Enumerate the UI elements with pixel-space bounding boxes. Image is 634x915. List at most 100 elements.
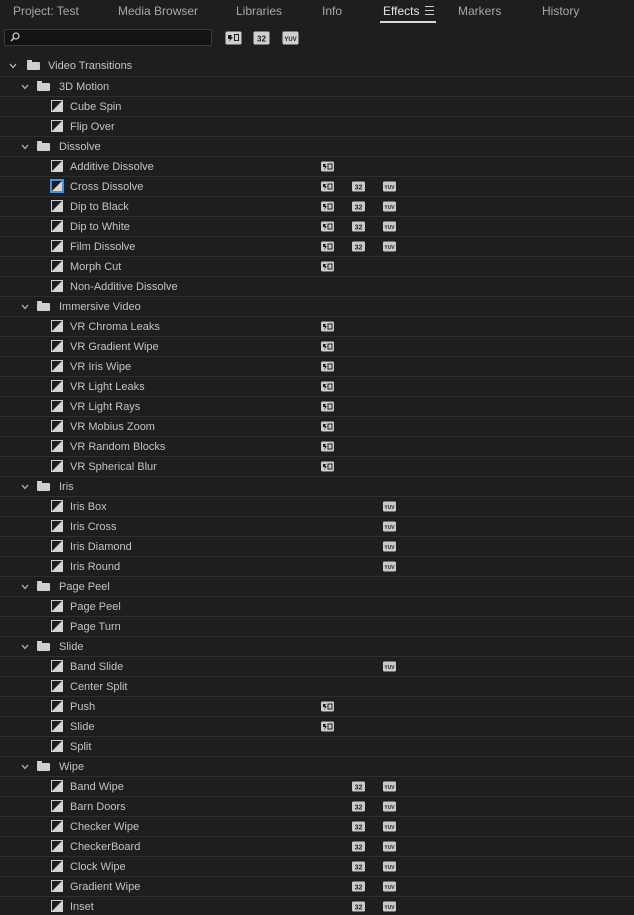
effect-row[interactable]: Dip to White 32 YUV xyxy=(0,216,634,236)
chevron-down-icon[interactable] xyxy=(9,62,17,70)
tab-effects[interactable]: Effects xyxy=(383,4,419,18)
folder-row[interactable]: Iris xyxy=(0,476,634,496)
effect-row[interactable]: Slide xyxy=(0,716,634,736)
effect-row[interactable]: Inset 32 YUV xyxy=(0,896,634,915)
effect-row[interactable]: VR Iris Wipe xyxy=(0,356,634,376)
transition-effect-icon xyxy=(51,420,63,432)
chevron-down-icon[interactable] xyxy=(21,483,29,491)
effect-row[interactable]: Barn Doors 32 YUV xyxy=(0,796,634,816)
yuv-filter-button[interactable]: YUV xyxy=(282,30,299,45)
yuv-badge-icon: YUV xyxy=(383,781,396,792)
accelerated-badge-icon xyxy=(321,701,334,712)
effect-label: VR Gradient Wipe xyxy=(70,341,159,353)
folder-row[interactable]: Immersive Video xyxy=(0,296,634,316)
effect-row[interactable]: Iris Round YUV xyxy=(0,556,634,576)
folder-row[interactable]: Slide xyxy=(0,636,634,656)
transition-effect-icon xyxy=(51,220,63,232)
chevron-down-icon[interactable] xyxy=(21,583,29,591)
folder-icon xyxy=(37,641,50,651)
effect-row[interactable]: VR Spherical Blur xyxy=(0,456,634,476)
accelerated-badge-icon xyxy=(321,421,334,432)
folder-row[interactable]: Video Transitions xyxy=(0,56,634,76)
transition-effect-icon xyxy=(51,840,63,852)
effect-row[interactable]: Cross Dissolve 32 YUV xyxy=(0,176,634,196)
effect-row[interactable]: Cube Spin xyxy=(0,96,634,116)
folder-row[interactable]: Dissolve xyxy=(0,136,634,156)
tab-libraries[interactable]: Libraries xyxy=(236,4,282,18)
effect-row[interactable]: Iris Box YUV xyxy=(0,496,634,516)
tab-media-browser[interactable]: Media Browser xyxy=(118,4,198,18)
chevron-down-icon[interactable] xyxy=(21,303,29,311)
tab-project[interactable]: Project: Test xyxy=(13,4,79,18)
tab-info[interactable]: Info xyxy=(322,4,342,18)
32-bit-color-filter-button[interactable]: 32 xyxy=(253,30,270,45)
folder-row[interactable]: Page Peel xyxy=(0,576,634,596)
effect-row[interactable]: VR Gradient Wipe xyxy=(0,336,634,356)
32-bit-icon: 32 xyxy=(253,31,270,45)
transition-effect-icon xyxy=(51,880,63,892)
effect-row[interactable]: Band Wipe 32 YUV xyxy=(0,776,634,796)
effect-label: Dip to White xyxy=(70,221,130,233)
transition-effect-icon xyxy=(51,520,63,532)
transition-effect-icon xyxy=(51,860,63,872)
yuv-badge-icon: YUV xyxy=(383,521,396,532)
folder-icon xyxy=(37,761,50,771)
transition-effect-icon xyxy=(51,600,63,612)
transition-effect-icon xyxy=(51,560,63,572)
effect-label: Page Peel xyxy=(70,601,121,613)
effect-row[interactable]: CheckerBoard 32 YUV xyxy=(0,836,634,856)
transition-effect-icon xyxy=(51,500,63,512)
effect-row[interactable]: Push xyxy=(0,696,634,716)
chevron-down-icon[interactable] xyxy=(21,763,29,771)
effect-row[interactable]: VR Light Leaks xyxy=(0,376,634,396)
effect-row[interactable]: Dip to Black 32 YUV xyxy=(0,196,634,216)
search-input[interactable] xyxy=(25,30,205,45)
chevron-down-icon[interactable] xyxy=(21,143,29,151)
folder-label: Dissolve xyxy=(59,141,101,153)
accelerated-badge-icon xyxy=(321,201,334,212)
effect-row[interactable]: Iris Diamond YUV xyxy=(0,536,634,556)
effect-row[interactable]: Morph Cut xyxy=(0,256,634,276)
chevron-down-icon[interactable] xyxy=(21,643,29,651)
effect-row[interactable]: Non-Additive Dissolve xyxy=(0,276,634,296)
accelerated-badge-icon xyxy=(321,321,334,332)
folder-icon xyxy=(37,141,50,151)
chevron-down-icon[interactable] xyxy=(21,83,29,91)
effect-label: VR Iris Wipe xyxy=(70,361,132,373)
effect-row[interactable]: Iris Cross YUV xyxy=(0,516,634,536)
effect-row[interactable]: Gradient Wipe 32 YUV xyxy=(0,876,634,896)
effect-row[interactable]: Center Split xyxy=(0,676,634,696)
panel-tab-bar: Project: Test Media Browser Libraries In… xyxy=(0,0,634,24)
panel-menu-icon[interactable] xyxy=(425,6,434,15)
effect-row[interactable]: Additive Dissolve xyxy=(0,156,634,176)
effect-label: VR Light Leaks xyxy=(70,381,145,393)
effect-row[interactable]: Flip Over xyxy=(0,116,634,136)
tab-history[interactable]: History xyxy=(542,4,579,18)
effect-row[interactable]: Band Slide YUV xyxy=(0,656,634,676)
effect-row[interactable]: Page Turn xyxy=(0,616,634,636)
32-bit-badge-icon: 32 xyxy=(352,201,365,212)
effect-row[interactable]: VR Light Rays xyxy=(0,396,634,416)
folder-label: Slide xyxy=(59,641,84,653)
folder-label: Video Transitions xyxy=(48,60,133,72)
effect-row[interactable]: Checker Wipe 32 YUV xyxy=(0,816,634,836)
accelerated-effects-icon xyxy=(225,31,242,45)
effect-label: Cross Dissolve xyxy=(70,181,144,193)
accelerated-effects-filter-button[interactable] xyxy=(225,30,242,45)
effect-row[interactable]: Page Peel xyxy=(0,596,634,616)
accelerated-badge-icon xyxy=(321,181,334,192)
tab-markers[interactable]: Markers xyxy=(458,4,501,18)
effect-row[interactable]: VR Chroma Leaks xyxy=(0,316,634,336)
folder-row[interactable]: Wipe xyxy=(0,756,634,776)
folder-row[interactable]: 3D Motion xyxy=(0,76,634,96)
effect-row[interactable]: VR Mobius Zoom xyxy=(0,416,634,436)
effect-row[interactable]: Film Dissolve 32 YUV xyxy=(0,236,634,256)
search-field[interactable] xyxy=(4,29,212,46)
effect-row[interactable]: Split xyxy=(0,736,634,756)
effect-row[interactable]: VR Random Blocks xyxy=(0,436,634,456)
32-bit-badge-icon: 32 xyxy=(352,861,365,872)
yuv-badge-icon: YUV xyxy=(383,201,396,212)
effect-row[interactable]: Clock Wipe 32 YUV xyxy=(0,856,634,876)
accelerated-badge-icon xyxy=(321,221,334,232)
svg-text:YUV: YUV xyxy=(384,805,395,811)
